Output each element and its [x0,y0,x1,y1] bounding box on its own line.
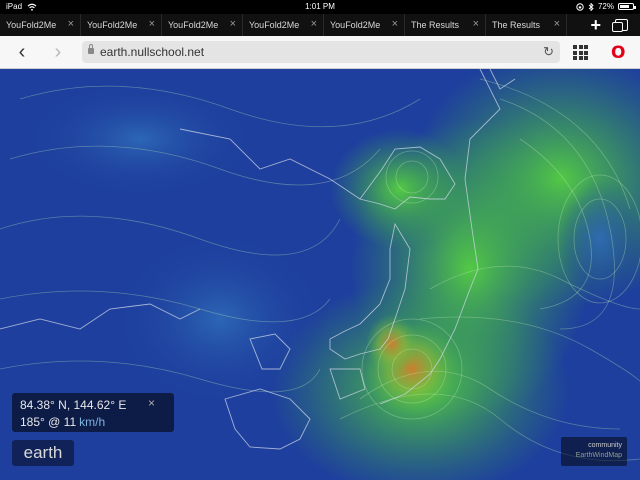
close-icon[interactable]: × [311,19,317,30]
tab-the-results-2[interactable]: The Results × [486,14,567,36]
tab-youfold2me-4[interactable]: YouFold2Me × [243,14,324,36]
tab-youfold2me-1[interactable]: YouFold2Me × [0,14,81,36]
tab-label: YouFold2Me [6,20,57,30]
tab-label: YouFold2Me [168,20,219,30]
tab-the-results-1[interactable]: The Results × [405,14,486,36]
rotation-lock-icon [576,2,584,11]
battery-icon [618,3,636,10]
tab-label: The Results [492,20,541,30]
reload-icon[interactable]: ↻ [543,44,554,60]
location-readout: 84.38° N, 144.62° E × 185° @ 11 km/h [12,393,174,432]
close-icon[interactable]: × [554,19,560,30]
back-button[interactable]: ‹ [12,42,32,62]
badge-earthwindmap-text: EarthWindMap [575,452,622,459]
tab-youfold2me-5[interactable]: YouFold2Me × [324,14,405,36]
lock-icon [88,44,94,54]
close-icon[interactable]: × [149,19,155,30]
address-bar[interactable]: earth.nullschool.net ↻ [82,41,560,63]
earth-menu-button[interactable]: earth [12,440,74,466]
bluetooth-icon [588,2,594,11]
wind-value: 185° @ 11 [20,415,77,429]
tab-label: YouFold2Me [330,20,381,30]
tabs-overview-icon[interactable] [612,19,628,32]
url-text[interactable]: earth.nullschool.net [100,45,204,59]
close-icon[interactable]: × [68,19,74,30]
tab-label: YouFold2Me [87,20,138,30]
close-icon[interactable]: × [148,396,155,410]
browser-toolbar: ‹ › earth.nullschool.net ↻ O [0,36,640,69]
close-icon[interactable]: × [473,19,479,30]
tab-label: YouFold2Me [249,20,300,30]
grid-icon[interactable] [573,45,588,60]
tab-youfold2me-3[interactable]: YouFold2Me × [162,14,243,36]
tab-strip: YouFold2Me × YouFold2Me × YouFold2Me × YouF… [0,14,640,36]
forward-button[interactable]: › [48,42,68,62]
badge-community-text: community [588,442,622,449]
community-badge[interactable]: community EarthWindMap [561,437,627,466]
tab-youfold2me-2[interactable]: YouFold2Me × [81,14,162,36]
coordinates-text: 84.38° N, 144.62° E [20,398,127,412]
status-time: 1:01 PM [305,2,335,11]
opera-icon[interactable]: O [611,43,625,63]
battery-percent: 72% [597,2,614,11]
new-tab-icon[interactable]: + [590,16,601,34]
tab-label: The Results [411,20,460,30]
status-bar: iPad 1:01 PM 72% [0,0,640,14]
wind-unit[interactable]: km/h [79,415,105,429]
close-icon[interactable]: × [392,19,398,30]
close-icon[interactable]: × [230,19,236,30]
